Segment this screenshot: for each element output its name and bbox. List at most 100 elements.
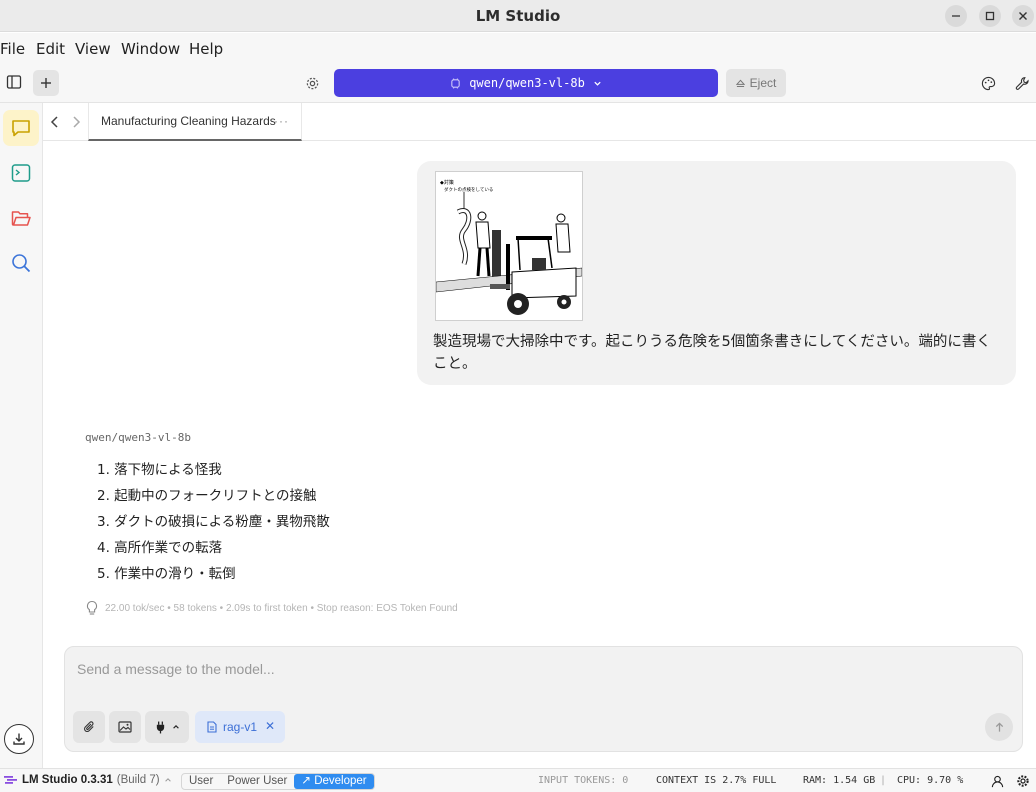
attach-image-button[interactable] — [109, 711, 141, 743]
menu-help[interactable]: Help — [189, 40, 223, 58]
rag-plugin-chip[interactable]: rag-v1 ✕ — [195, 711, 285, 743]
forklift-illustration: ◆対策 ダクトの点検をしている — [435, 179, 583, 315]
app-version[interactable]: LM Studio 0.3.31 (Build 7) — [4, 774, 172, 786]
list-item: 5. 作業中の滑り・転倒 — [97, 566, 236, 582]
status-divider: | — [880, 775, 887, 786]
chevron-down-icon — [594, 81, 601, 86]
lightbulb-icon[interactable] — [85, 600, 99, 616]
assistant-model-name: qwen/qwen3-vl-8b — [85, 431, 191, 444]
rail-models-button[interactable] — [3, 200, 39, 236]
chat-icon — [12, 120, 30, 137]
user-attached-image[interactable]: ◆対策 ダクトの点検をしている — [435, 171, 583, 321]
toggle-sidebar-button[interactable] — [5, 73, 23, 91]
plus-icon — [41, 78, 51, 88]
window-title: LM Studio — [475, 7, 561, 25]
close-window-button[interactable] — [1012, 5, 1034, 27]
paperclip-icon — [83, 721, 94, 733]
user-profile-button[interactable] — [990, 774, 1004, 788]
settings-button[interactable] — [303, 74, 321, 92]
input-tokens: INPUT TOKENS: 0 — [538, 775, 629, 786]
forward-button[interactable] — [68, 114, 84, 130]
eject-icon — [735, 79, 745, 87]
rag-plugin-label: rag-v1 — [223, 720, 258, 734]
menu-edit[interactable]: Edit — [36, 40, 65, 58]
svg-text:◆対策: ◆対策 — [440, 179, 454, 186]
model-selector[interactable]: qwen/qwen3-vl-8b — [334, 69, 718, 97]
mode-developer[interactable]: ↗ Developer — [294, 774, 374, 789]
theme-button[interactable] — [979, 74, 997, 92]
gear-icon — [1017, 775, 1029, 787]
back-button[interactable] — [47, 114, 63, 130]
svg-text:ダクトの点検をしている: ダクトの点検をしている — [444, 186, 493, 193]
mode-developer-label: Developer — [314, 775, 367, 787]
chevron-up-icon — [172, 725, 179, 729]
mode-power-user[interactable]: Power User — [220, 774, 294, 789]
model-selector-label: qwen/qwen3-vl-8b — [469, 76, 585, 90]
plug-icon — [156, 721, 164, 733]
new-chat-button[interactable] — [33, 70, 59, 96]
generation-stats: 22.00 tok/sec • 58 tokens • 2.09s to fir… — [85, 600, 458, 616]
palette-icon — [981, 76, 995, 90]
close-icon — [1019, 12, 1027, 20]
rail-developer-button[interactable] — [3, 155, 39, 191]
minimize-button[interactable] — [945, 5, 967, 27]
ram-usage: RAM: 1.54 GB — [803, 775, 876, 786]
developer-tools-button[interactable] — [1013, 74, 1031, 92]
minimize-icon — [952, 15, 960, 17]
menu-file[interactable]: File — [0, 40, 25, 58]
tab-more-button[interactable]: ··· — [274, 114, 289, 128]
wrench-icon — [1015, 76, 1029, 90]
lmstudio-logo-icon — [4, 776, 17, 784]
plugins-button[interactable] — [145, 711, 189, 743]
gear-icon — [306, 77, 318, 89]
cpu-usage: CPU: 9.70 % — [897, 775, 964, 786]
model-icon — [451, 77, 460, 89]
assistant-answer-list: 1. 落下物による怪我 2. 起動中のフォークリフトとの接触 3. ダクトの破損… — [97, 457, 330, 587]
arrow-up-icon — [995, 721, 1003, 732]
downloads-button[interactable] — [4, 724, 34, 754]
terminal-icon — [11, 164, 31, 182]
app-version-label: LM Studio 0.3.31 — [22, 774, 113, 786]
stats-text: 22.00 tok/sec • 58 tokens • 2.09s to fir… — [105, 602, 458, 614]
chevron-right-icon — [73, 116, 81, 128]
message-input[interactable]: Send a message to the model... — [77, 661, 275, 677]
chevron-left-icon — [50, 116, 58, 128]
status-bar: LM Studio 0.3.31 (Build 7) User Power Us… — [0, 768, 1036, 792]
rail-chat-button[interactable] — [3, 110, 39, 146]
list-item: 4. 高所作業での転落 — [97, 540, 223, 556]
tab-chat[interactable]: Manufacturing Cleaning Hazards ··· — [88, 103, 302, 141]
search-icon — [12, 254, 31, 273]
rail-search-button[interactable] — [3, 245, 39, 281]
mode-switcher: User Power User ↗ Developer — [181, 773, 375, 790]
eject-label: Eject — [749, 76, 777, 90]
message-composer: Send a message to the model... rag-v1 ✕ — [64, 646, 1023, 752]
document-icon — [207, 721, 217, 733]
title-bar: LM Studio — [0, 0, 1036, 32]
user-icon — [991, 775, 1003, 787]
user-message-text: 製造現場で大掃除中です。起こりうる危険を5個箇条書きにしてください。端的に書くこ… — [433, 334, 991, 372]
menu-window[interactable]: Window — [121, 40, 180, 58]
remove-plugin-button[interactable]: ✕ — [265, 719, 275, 733]
app-build-label: (Build 7) — [116, 774, 160, 786]
image-icon — [118, 721, 132, 733]
attach-file-button[interactable] — [73, 711, 105, 743]
menu-bar: File Edit View Window Help — [0, 33, 1036, 63]
mode-user[interactable]: User — [182, 774, 220, 789]
folder-icon — [11, 211, 31, 226]
sidebar-icon — [6, 75, 22, 89]
tab-title: Manufacturing Cleaning Hazards — [101, 114, 276, 128]
list-item: 3. ダクトの破損による粉塵・異物飛散 — [97, 514, 330, 530]
download-icon — [13, 733, 25, 745]
menu-view[interactable]: View — [75, 40, 111, 58]
app-settings-button[interactable] — [1016, 774, 1030, 788]
context-usage: CONTEXT IS 2.7% FULL — [656, 775, 777, 786]
eject-button[interactable]: Eject — [726, 69, 786, 97]
maximize-button[interactable] — [979, 5, 1001, 27]
toolbar: qwen/qwen3-vl-8b Eject — [0, 63, 1036, 103]
left-rail — [0, 103, 43, 768]
tab-strip: Manufacturing Cleaning Hazards ··· — [43, 103, 1036, 141]
list-item: 2. 起動中のフォークリフトとの接触 — [97, 488, 317, 504]
send-button[interactable] — [985, 713, 1013, 741]
user-message: ◆対策 ダクトの点検をしている 製造現場で大掃除中です。起こりうる危険を5個箇条… — [417, 161, 1016, 385]
list-item: 1. 落下物による怪我 — [97, 462, 222, 478]
